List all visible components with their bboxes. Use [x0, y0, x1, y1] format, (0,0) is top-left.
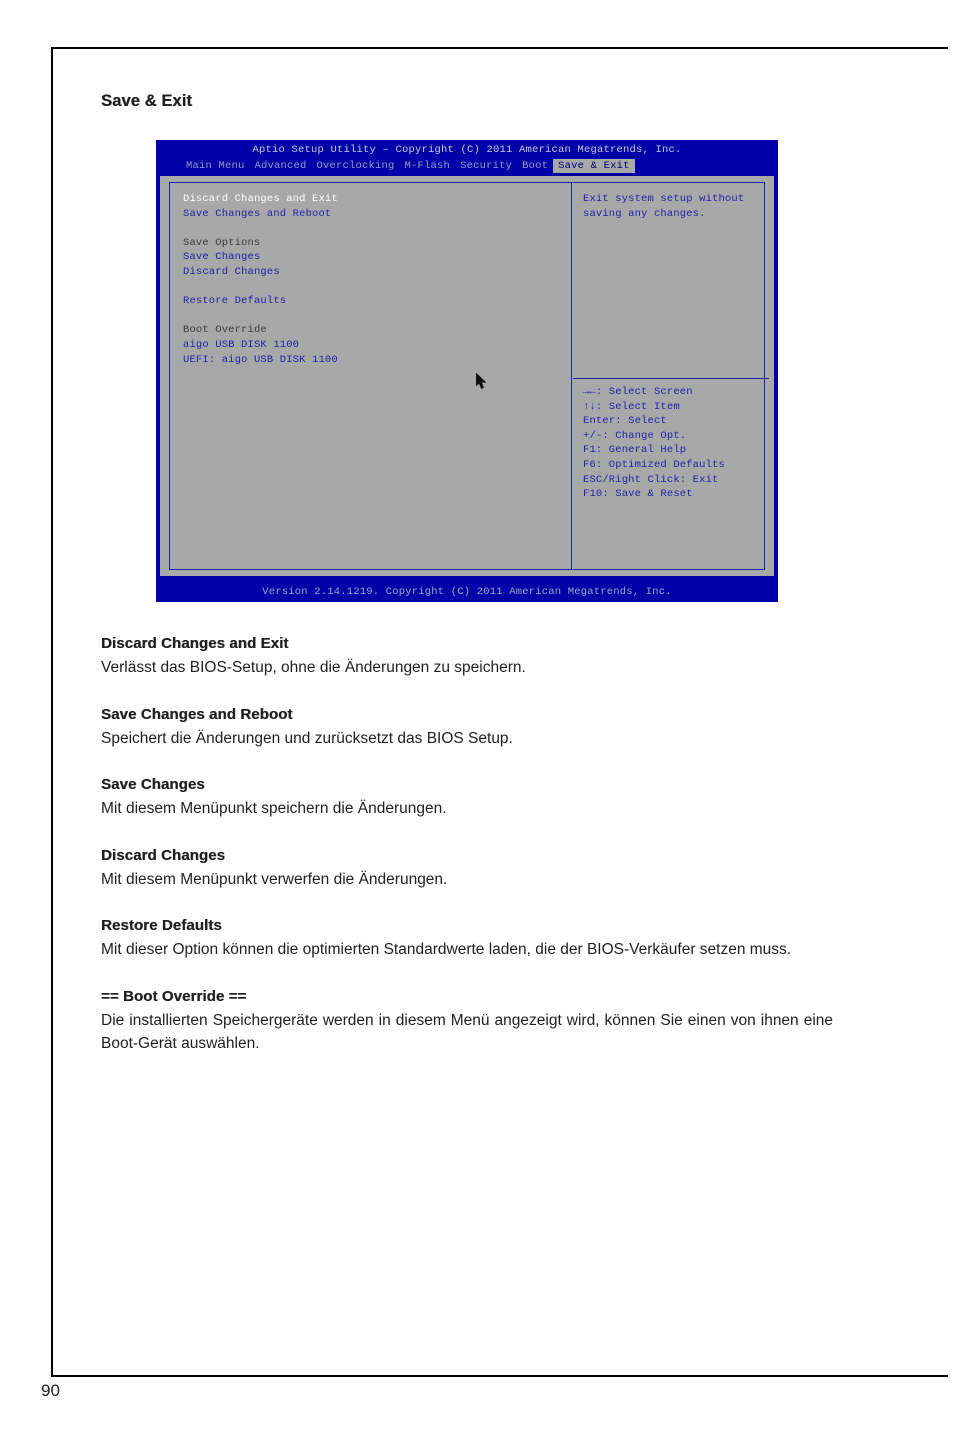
entry-heading: Restore Defaults [101, 917, 222, 935]
bios-menu-item: Boot Override [183, 324, 267, 337]
bios-left-pane: Discard Changes and Exit Save Changes and… [170, 183, 572, 569]
bios-key-legend-line: +/-: Change Opt. [583, 429, 687, 442]
bios-menu-item[interactable]: UEFI: aigo USB DISK 1100 [183, 353, 571, 368]
entry-body: Speichert die Änderungen und zurücksetzt… [101, 729, 513, 747]
bios-menu-item[interactable]: aigo USB DISK 1100 [183, 338, 571, 353]
bios-help-line: Exit system setup without [583, 193, 745, 205]
entry-heading: Discard Changes [101, 846, 226, 864]
bios-key-legend-line: F1: General Help [583, 444, 687, 457]
bios-key-legend-line: →←: Select Screen [583, 386, 693, 398]
page-content: Save & Exit Aptio Setup Utility – Copyri… [101, 92, 833, 1056]
bios-menu-item[interactable]: Discard Changes [183, 265, 571, 280]
page-bottom-rule [51, 1375, 948, 1377]
bios-body: Discard Changes and Exit Save Changes and… [160, 176, 774, 576]
description-entry: Restore Defaults Mit dieser Option können… [101, 917, 833, 962]
entry-body: Mit diesem Menüpunkt verwerfen die Änder… [101, 870, 448, 888]
bios-footer-version: Version 2.14.1219. Copyright (C) 2011 Am… [156, 582, 778, 602]
bios-menu-bar[interactable]: Main Menu Advanced Overclocking M-Flash Secu… [156, 159, 778, 174]
bios-help-text: Exit system setup without saving any chan… [583, 192, 764, 221]
bios-menu-item[interactable]: Save Changes [183, 250, 571, 265]
bios-menu-item[interactable]: Discard Changes and Exit [183, 192, 571, 207]
description-entry: Discard Changes and Exit Verlässt das BIO… [101, 635, 833, 680]
bios-menu-item[interactable]: Restore Defaults [183, 294, 571, 309]
bios-key-legend-line: ESC/Right Click: Exit [583, 473, 719, 486]
mouse-cursor-icon [476, 373, 487, 390]
entry-heading: Discard Changes and Exit [101, 635, 289, 652]
bios-key-legend-line: F10: Save & Reset [583, 488, 693, 501]
bios-tab-advanced[interactable]: Advanced [250, 159, 312, 173]
bios-tab-boot[interactable]: Boot [517, 159, 553, 173]
entry-heading: Save Changes and Reboot [101, 705, 293, 723]
bios-panes: Discard Changes and Exit Save Changes and… [169, 182, 769, 570]
bios-menu-spacer [183, 309, 571, 324]
bios-key-legend-line: Enter: Select [583, 415, 667, 428]
bios-titlebar: Aptio Setup Utility – Copyright (C) 2011… [252, 144, 682, 156]
bios-menu-spacer [183, 280, 571, 295]
bios-setup-screenshot: Aptio Setup Utility – Copyright (C) 2011… [156, 140, 778, 602]
bios-menu-item[interactable]: Save Changes and Reboot [183, 207, 571, 222]
bios-key-legend-line: F6: Optimized Defaults [583, 458, 725, 471]
bios-key-legend-line: ↑↓: Select Item [583, 400, 680, 413]
bios-tab-save-exit[interactable]: Save & Exit [553, 159, 635, 173]
bios-key-legend: →←: Select Screen ↑↓: Select Item Enter: S… [583, 385, 725, 502]
bios-tab-overclocking[interactable]: Overclocking [312, 159, 400, 173]
description-entry: == Boot Override == Die installierten Spe… [101, 988, 833, 1056]
bios-help-line: saving any changes. [583, 207, 706, 220]
page-number: 90 [41, 1381, 60, 1400]
entry-body: Mit dieser Option können die optimierten… [101, 941, 792, 959]
description-entry: Discard Changes Mit diesem Menüpunkt verw… [101, 847, 833, 892]
description-entries: Discard Changes and Exit Verlässt das BIO… [101, 635, 833, 1056]
bios-menu-item-list: Discard Changes and Exit Save Changes and… [183, 192, 571, 367]
entry-body: Verlässt das BIOS-Setup, ohne die Änderu… [101, 659, 526, 676]
bios-tab-main-menu[interactable]: Main Menu [181, 159, 250, 173]
help-divider [573, 378, 769, 379]
bios-menu-item: Save Options [183, 236, 261, 249]
page-title: Save & Exit [101, 92, 192, 110]
bios-menu-spacer [183, 221, 571, 236]
description-entry: Save Changes and Reboot Speichert die Änd… [101, 706, 833, 751]
bios-tab-security[interactable]: Security [455, 159, 517, 173]
entry-body: Mit diesem Menüpunkt speichern die Änder… [101, 800, 447, 818]
entry-heading: Save Changes [101, 776, 205, 794]
entry-heading: == Boot Override == [101, 987, 247, 1005]
bios-right-pane: Exit system setup without saving any chan… [572, 183, 769, 569]
bios-tab-m-flash[interactable]: M-Flash [400, 159, 456, 173]
description-entry: Save Changes Mit diesem Menüpunkt speiche… [101, 776, 833, 821]
entry-body: Die installierten Speichergeräte werden … [101, 1011, 833, 1053]
